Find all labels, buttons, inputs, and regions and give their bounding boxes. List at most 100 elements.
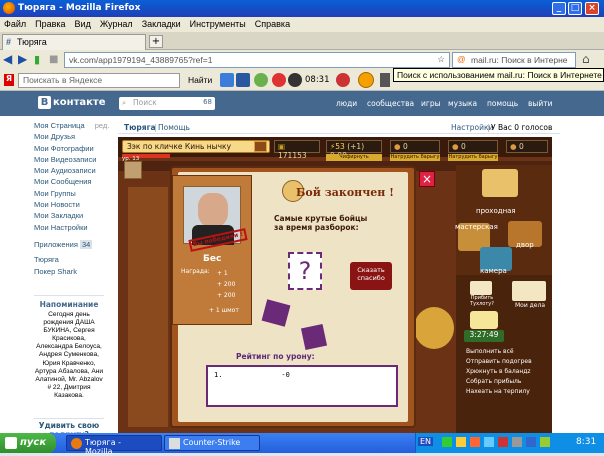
volume-icon[interactable] — [512, 437, 522, 447]
firefox-task-icon — [71, 438, 82, 449]
network-icon[interactable] — [526, 437, 536, 447]
menu-groups[interactable]: Мои Группы — [34, 189, 104, 200]
tray-icon-2[interactable] — [456, 437, 466, 447]
search-field[interactable]: @ mail.ru: Поиск в Интерне — [452, 52, 576, 68]
apps-count-badge: 34 — [79, 239, 93, 249]
menu-my-page[interactable]: Моя Страница ред. — [34, 121, 109, 132]
edit-link: ред. — [94, 121, 110, 130]
translate-icon[interactable] — [236, 73, 250, 87]
menu-messages[interactable]: Мои Сообщения — [34, 177, 104, 188]
url-field[interactable]: vk.com/app1979194_43889765?ref=1 ☆ — [64, 52, 450, 68]
vk-logo[interactable]: Вконтакте — [38, 96, 110, 111]
menu-edit[interactable]: Правка — [35, 19, 65, 32]
vk-search-input[interactable]: ⌕ Поиск 68 — [119, 97, 215, 110]
trade-button-1[interactable]: Натрудить барыгу — [390, 154, 440, 161]
status-edit-icon[interactable] — [254, 141, 267, 152]
home-icon[interactable]: ⌂ — [582, 53, 596, 67]
promo-link[interactable]: Удивить свою подругу? — [34, 418, 104, 433]
tray-icon-5[interactable] — [498, 437, 508, 447]
task-3[interactable]: Хрюкнуть в баландz — [466, 367, 532, 377]
close-button[interactable]: × — [585, 2, 599, 15]
menu-photos[interactable]: Мои Фотографии — [34, 144, 104, 155]
yandex-find-button[interactable]: Найти — [188, 75, 212, 85]
task-1[interactable]: Выполнить всё — [466, 347, 532, 357]
menu-apps[interactable]: Приложения 34 — [34, 239, 104, 251]
menu-audio[interactable]: Мои Аудиозаписи — [34, 166, 104, 177]
room-yard-label[interactable]: двор — [516, 241, 534, 249]
nav-music[interactable]: музыка — [448, 99, 477, 108]
vk-logo-text: контакте — [53, 97, 106, 108]
nav-help[interactable]: помощь — [487, 99, 518, 108]
weather-icon[interactable] — [254, 73, 268, 87]
nav-logout[interactable]: выйти — [528, 99, 552, 108]
forward-icon[interactable]: ▶ — [18, 53, 32, 67]
room-cell-label[interactable]: камера — [480, 267, 507, 275]
mail-icon[interactable] — [336, 73, 350, 87]
reload-icon[interactable]: ▮ — [34, 53, 48, 67]
yandex-bar-icon[interactable] — [358, 72, 374, 88]
taskbar-counter-strike[interactable]: Counter-Strike — [164, 435, 260, 451]
menu-settings[interactable]: Мои Настройки — [34, 223, 104, 234]
my-affairs-label[interactable]: Мои дела — [508, 302, 552, 309]
menu-news[interactable]: Мои Новости — [34, 200, 104, 211]
resource-2-icon: ● — [452, 142, 459, 151]
menu-bookmarks[interactable]: Закладки — [142, 19, 181, 32]
menu-tools[interactable]: Инструменты — [190, 19, 246, 32]
language-indicator[interactable]: EN — [418, 437, 434, 446]
menu-history[interactable]: Журнал — [100, 19, 133, 32]
menu-view[interactable]: Вид — [75, 19, 91, 32]
tray-icon-4[interactable] — [484, 437, 494, 447]
nav-games[interactable]: игры — [421, 99, 441, 108]
unknown-fighter-icon[interactable]: ? — [288, 252, 322, 290]
notification-icon[interactable] — [272, 73, 286, 87]
reward-label: Награда: — [181, 268, 210, 275]
back-icon[interactable]: ◀ — [3, 53, 17, 67]
clock-icon — [288, 73, 302, 87]
task-2[interactable]: Отправить подогрев — [466, 357, 532, 367]
stop-icon[interactable]: ■ — [49, 53, 63, 67]
menu-videos[interactable]: Мои Видеозаписи — [34, 155, 104, 166]
room-entrance-label[interactable]: проходная — [476, 207, 516, 215]
task-4[interactable]: Собрать прибыль — [466, 377, 532, 387]
energy-value: 53 — [335, 142, 345, 151]
task-5[interactable]: Нахеать на терпилу — [466, 387, 532, 397]
tray-icon-6[interactable] — [540, 437, 550, 447]
yandex-icon: Я — [4, 74, 14, 86]
taskbar-firefox[interactable]: Тюряга - Mozilla... — [66, 435, 162, 456]
my-affairs-icon[interactable] — [512, 281, 546, 301]
work-icon[interactable] — [470, 311, 498, 329]
bookmark-star-icon[interactable]: ☆ — [437, 54, 445, 65]
tab-turyaga[interactable]: # Тюряга — [2, 34, 146, 50]
mailru-search-icon: @ — [457, 54, 466, 64]
app-link-turyaga[interactable]: Тюряга — [34, 255, 104, 266]
room-workshop-label[interactable]: мастерская — [455, 223, 498, 231]
tray-icon-3[interactable] — [470, 437, 480, 447]
menu-file[interactable]: Файл — [4, 19, 26, 32]
game-menu-icon[interactable] — [124, 161, 142, 179]
app-title[interactable]: Тюряга — [124, 123, 156, 132]
thank-button[interactable]: Сказать спасибо — [350, 262, 392, 290]
app-link-poker[interactable]: Покер Shark — [34, 267, 104, 278]
room-entrance-icon[interactable] — [482, 169, 518, 197]
nav-people[interactable]: люди — [336, 99, 357, 108]
app-separator: | — [154, 123, 157, 132]
menu-friends[interactable]: Мои Друзья — [34, 132, 104, 143]
kill-icon[interactable] — [470, 281, 492, 295]
tray-icon-1[interactable] — [442, 437, 452, 447]
start-button[interactable]: пуск — [0, 433, 56, 453]
chifir-button[interactable]: Чифирнуть — [326, 154, 382, 161]
app-help-link[interactable]: Помощь — [158, 123, 190, 132]
kill-label[interactable]: Прибить Тухлоту? — [462, 295, 502, 307]
nav-communities[interactable]: сообщества — [367, 99, 414, 108]
menu-help[interactable]: Справка — [255, 19, 290, 32]
more-icon[interactable] — [380, 73, 390, 87]
vk-search-placeholder: Поиск — [133, 98, 157, 107]
yandex-search-input[interactable]: Поискать в Яндексе — [18, 73, 180, 88]
toolbar-app-icon[interactable] — [220, 73, 234, 87]
trade-button-2[interactable]: Натрудить барыгу — [448, 154, 498, 161]
new-tab-button[interactable]: + — [149, 35, 163, 48]
minimize-button[interactable]: _ — [552, 2, 566, 15]
popup-close-button[interactable]: × — [419, 171, 435, 187]
menu-bookmarks[interactable]: Мои Закладки — [34, 211, 104, 222]
maximize-button[interactable]: □ — [568, 2, 582, 15]
